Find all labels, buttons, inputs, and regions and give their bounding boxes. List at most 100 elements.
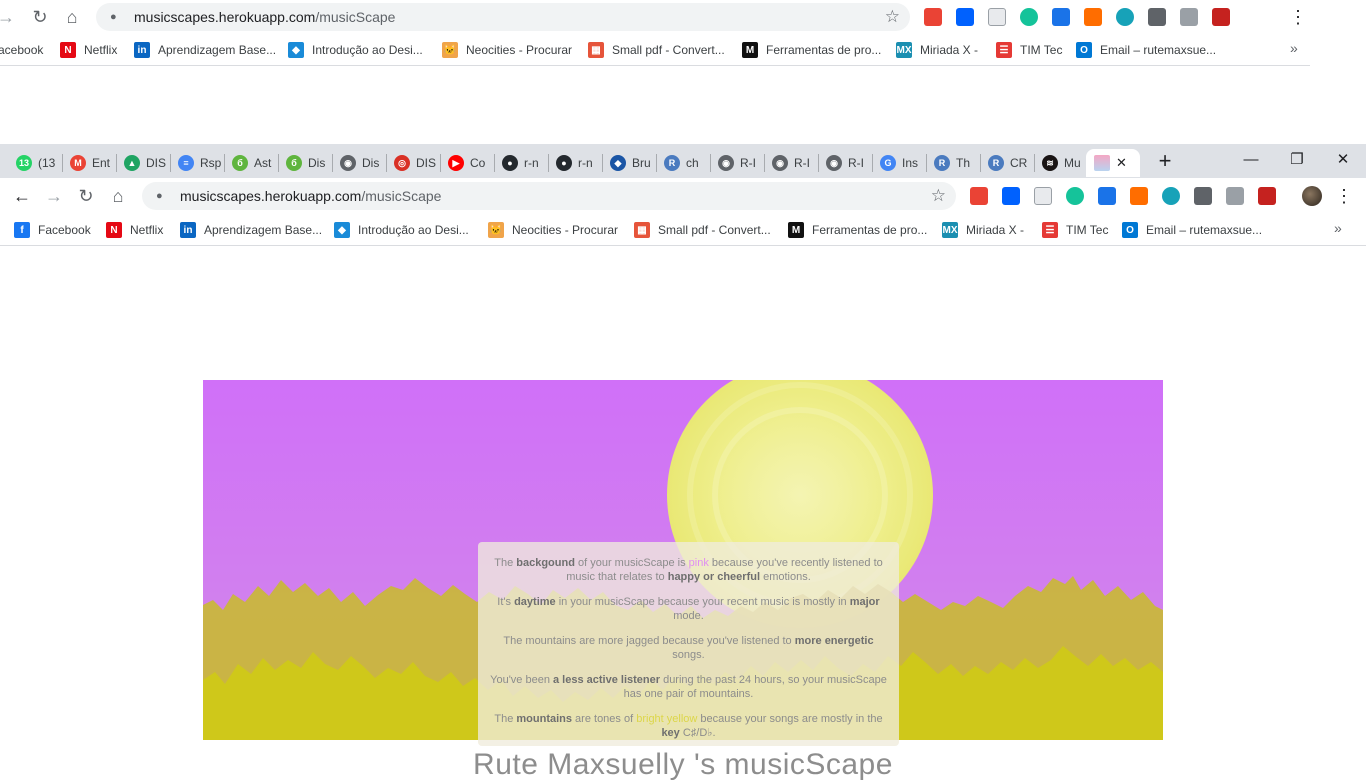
ghost-bookmark-favicon-icon: 🐱	[442, 42, 458, 58]
tab-favicon-icon: ▲	[124, 155, 140, 171]
tab-10[interactable]: ● r-n	[548, 149, 602, 177]
ghost-bookmark-label: Aprendizagem Base...	[158, 43, 277, 57]
ghost-extension-icon[interactable]	[988, 8, 1006, 26]
bookmark-label: Facebook	[38, 223, 91, 237]
tab-11[interactable]: ◆ Bru	[602, 149, 656, 177]
tab-12[interactable]: Rch	[656, 149, 710, 177]
bookmark-item[interactable]: 🐱 Neocities - Procurar	[488, 221, 618, 239]
extension-icon[interactable]	[1226, 187, 1244, 205]
tab-favicon-icon: ◉	[340, 155, 356, 171]
tab-9[interactable]: ● r-n	[494, 149, 548, 177]
explanation-background: The backgound of your musicScape is pink…	[494, 557, 883, 583]
bookmark-favicon-icon: f	[14, 222, 30, 238]
tab-16[interactable]: G Ins	[872, 149, 926, 177]
tab-label: ch	[686, 156, 699, 170]
tab-6[interactable]: ◉ Dis	[332, 149, 386, 177]
address-bar[interactable]: ● musicscapes.herokuapp.com/musicScape ☆	[142, 182, 956, 210]
ghost-extension-icon[interactable]	[956, 8, 974, 26]
tab-15[interactable]: ◉ R-I	[818, 149, 872, 177]
tab-3[interactable]: ≡ Rsp	[170, 149, 224, 177]
ghost-bookmark-item: N Netflix	[60, 41, 117, 59]
forward-button[interactable]: →	[40, 182, 68, 210]
ghost-bookmark-favicon-icon: M	[742, 42, 758, 58]
tab-favicon-icon: G	[880, 155, 896, 171]
bookmark-star-icon[interactable]: ☆	[931, 186, 946, 206]
bookmark-item[interactable]: ◆ Introdução ao Desi...	[334, 221, 469, 239]
extension-icon[interactable]	[1130, 187, 1148, 205]
ghost-url-host: musicscapes.herokuapp.com	[134, 9, 316, 25]
bookmark-favicon-icon: MX	[942, 222, 958, 238]
bookmark-favicon-icon: N	[106, 222, 122, 238]
avatar[interactable]	[1302, 186, 1322, 206]
tab-18[interactable]: R CR	[980, 149, 1034, 177]
bookmark-item[interactable]: O Email – rutemaxsue...	[1122, 221, 1262, 239]
tab-5[interactable]: б Dis	[278, 149, 332, 177]
ghost-bookmark-favicon-icon: in	[134, 42, 150, 58]
extension-icon[interactable]	[1162, 187, 1180, 205]
ghost-extension-icon[interactable]	[1052, 8, 1070, 26]
restore-button[interactable]: ❐	[1274, 144, 1320, 174]
extension-icon[interactable]	[970, 187, 988, 205]
menu-icon[interactable]: ⋮	[1330, 182, 1358, 210]
tab-4[interactable]: б Ast	[224, 149, 278, 177]
url-path: /musicScape	[361, 188, 442, 204]
close-window-button[interactable]: ✕	[1320, 144, 1366, 174]
tab-label: r-n	[578, 156, 593, 170]
bookmark-favicon-icon: 🐱	[488, 222, 504, 238]
tab-17[interactable]: R Th	[926, 149, 980, 177]
ghost-extension-icon[interactable]	[1116, 8, 1134, 26]
extension-icon[interactable]	[1098, 187, 1116, 205]
tab-favicon-icon: M	[70, 155, 86, 171]
tab-19[interactable]: ≋ Mu	[1034, 149, 1088, 177]
tab-7[interactable]: ◎ DIS	[386, 149, 440, 177]
reload-button[interactable]: ↻	[72, 182, 100, 210]
ghost-bookmark-label: Introdução ao Desi...	[312, 43, 423, 57]
ghost-bookmark-item: M Ferramentas de pro...	[742, 41, 881, 59]
ghost-extension-icon[interactable]	[924, 8, 942, 26]
ghost-reload-icon: ↻	[32, 6, 48, 27]
tab-13[interactable]: ◉ R-I	[710, 149, 764, 177]
ghost-bookmark-label: Email – rutemaxsue...	[1100, 43, 1217, 57]
back-button[interactable]: ←	[8, 182, 36, 210]
bookmark-label: Netflix	[130, 223, 164, 237]
bookmark-item[interactable]: N Netflix	[106, 221, 163, 239]
ghost-extension-icon[interactable]	[1212, 8, 1230, 26]
tab-1[interactable]: M Ent	[62, 149, 116, 177]
new-tab-button[interactable]: +	[1152, 148, 1178, 174]
tab-14[interactable]: ◉ R-I	[764, 149, 818, 177]
bookmark-item[interactable]: MX Miriada X -	[942, 221, 1024, 239]
tab-favicon-icon: ◉	[826, 155, 842, 171]
tab-8[interactable]: ▶ Co	[440, 149, 494, 177]
bookmark-item[interactable]: f Facebook	[14, 221, 91, 239]
bookmark-item[interactable]: ▦ Small pdf - Convert...	[634, 221, 771, 239]
ghost-extension-icon[interactable]	[1084, 8, 1102, 26]
ghost-extension-icon[interactable]	[1180, 8, 1198, 26]
ghost-bookmark-item: ▦ Small pdf - Convert...	[588, 41, 725, 59]
ghost-extension-icon[interactable]	[1148, 8, 1166, 26]
lock-icon: ●	[156, 190, 163, 202]
extension-icon[interactable]	[1258, 187, 1276, 205]
minimize-button[interactable]: —	[1228, 144, 1274, 174]
extension-icon[interactable]	[1034, 187, 1052, 205]
ghost-bookmark-item: acebook	[0, 41, 43, 59]
ghost-extension-icon[interactable]	[1020, 8, 1038, 26]
tab-musicscape-active[interactable]: ✕	[1086, 149, 1140, 177]
extension-icon[interactable]	[1066, 187, 1084, 205]
tab-label: Ent	[92, 156, 111, 170]
bookmark-item[interactable]: M Ferramentas de pro...	[788, 221, 927, 239]
bookmarks-more-icon[interactable]: »	[1334, 220, 1342, 236]
tab-0[interactable]: 13 (13	[8, 149, 62, 177]
tab-2[interactable]: ▲ DIS	[116, 149, 170, 177]
explanation-daytime: It's daytime in your musicScape because …	[497, 596, 880, 622]
extension-icon[interactable]	[1194, 187, 1212, 205]
ghost-bookmark-label: Miriada X -	[920, 43, 979, 57]
ghost-lock-icon: ●	[110, 11, 117, 23]
bookmark-label: Email – rutemaxsue...	[1146, 223, 1263, 237]
extension-icon[interactable]	[1002, 187, 1020, 205]
bookmark-label: Aprendizagem Base...	[204, 223, 323, 237]
tab-strip: 13 (13 M Ent ▲ DIS ≡ Rsp б Ast б Dis ◉ Dis ◎ DIS ▶ Co ● r-n…	[0, 144, 1366, 178]
bookmark-item[interactable]: in Aprendizagem Base...	[180, 221, 322, 239]
home-button[interactable]: ⌂	[104, 182, 132, 210]
bookmark-item[interactable]: ☰ TIM Tec	[1042, 221, 1108, 239]
tab-close-icon[interactable]: ✕	[1116, 155, 1127, 171]
